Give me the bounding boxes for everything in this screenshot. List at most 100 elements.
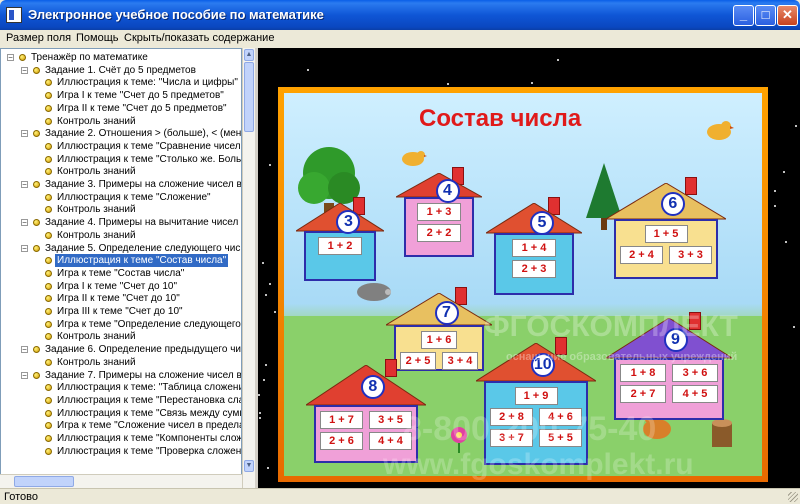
topic-icon <box>33 219 40 227</box>
watermark-phone: 8-800-200-75-40 <box>403 410 657 448</box>
maximize-button[interactable]: □ <box>755 5 776 26</box>
tree-horizontal-scrollbar[interactable] <box>0 474 242 488</box>
tree-item-label: Иллюстрация к теме "Сложение" <box>57 191 211 203</box>
tree-item[interactable]: Иллюстрация к теме "Столько же. Боль <box>1 153 241 166</box>
tree-item[interactable]: − Задание 2. Отношения > (больше), < (мен… <box>1 127 241 140</box>
star <box>773 205 776 208</box>
menu-help[interactable]: Помощь <box>76 32 119 44</box>
tree-item[interactable]: Иллюстрация к теме "Сравнение чисел" <box>1 140 241 153</box>
tree-item-label: Игра к теме "Состав числа" <box>57 267 185 279</box>
tree-item[interactable]: Игра к теме "Определение следующего <box>1 318 241 331</box>
tree-item[interactable]: Иллюстрация к теме "Перестановка сла <box>1 394 241 407</box>
tree-item[interactable]: − Задание 3. Примеры на сложение чисел в <box>1 178 241 191</box>
hscroll-thumb[interactable] <box>14 476 74 487</box>
house-7[interactable]: 1 + 62 + 53 + 47 <box>386 287 492 371</box>
tree-item-label: Иллюстрация к теме "Столько же. Боль <box>57 153 242 165</box>
tree-item[interactable]: Игра к теме "Состав числа" <box>1 267 241 280</box>
tree-item[interactable]: Игра к теме "Сложение чисел в предела <box>1 419 241 432</box>
equation-box: 4 + 5 <box>672 385 718 403</box>
expand-toggle-icon[interactable]: − <box>7 54 14 62</box>
equation-box: 2 + 6 <box>320 432 363 450</box>
star <box>795 125 798 128</box>
tree-item[interactable]: Игра II к теме "Счет до 5 предметов" <box>1 102 241 115</box>
tree-item[interactable]: − Задание 1. Счёт до 5 предметов <box>1 64 241 77</box>
topic-icon <box>45 79 52 87</box>
house-6[interactable]: 1 + 5 2 + 4 3 + 3 6 <box>606 177 726 279</box>
tree-item[interactable]: Игра III к теме "Счет до 10" <box>1 305 241 318</box>
house-3[interactable]: 1 + 23 <box>296 197 384 281</box>
tree-item[interactable]: Игра I к теме "Счет до 5 предметов" <box>1 89 241 102</box>
topic-icon <box>45 142 52 150</box>
tree-item[interactable]: Контроль знаний <box>1 165 241 178</box>
content-area: Состав числа 1 + 2 3 1 + 3 2 + 2 4 1 + 4… <box>258 48 800 488</box>
tree-item-selected[interactable]: Иллюстрация к теме "Состав числа" <box>1 254 241 268</box>
tree-item[interactable]: − Задание 4. Примеры на вычитание чисел в <box>1 216 241 229</box>
topic-icon <box>45 269 52 277</box>
watermark-brand: ФГОСКОМПЛЕКТ <box>484 310 738 343</box>
star <box>261 261 264 264</box>
tree-vertical-scrollbar[interactable]: ▲ ▼ <box>242 48 255 488</box>
topic-icon <box>45 295 52 303</box>
equation-box: 3 + 3 <box>669 246 712 264</box>
tree-item-label: Задание 1. Счёт до 5 предметов <box>45 64 196 76</box>
tree-item[interactable]: − Задание 7. Примеры на сложение чисел в <box>1 369 241 382</box>
menu-bar: Размер поля Помощь Скрыть/показать содер… <box>0 30 800 49</box>
scroll-down-icon[interactable]: ▼ <box>244 460 254 472</box>
topic-icon <box>33 181 40 188</box>
star <box>447 82 450 85</box>
tree-item[interactable]: Контроль знаний <box>1 330 241 343</box>
menu-field-size[interactable]: Размер поля <box>6 32 71 44</box>
tree-item-label: Контроль знаний <box>57 331 136 343</box>
tree-item[interactable]: Иллюстрация к теме "Проверка сложен <box>1 445 241 458</box>
tree-item-label: Контроль знаний <box>57 166 136 178</box>
tree-item[interactable]: − Задание 5. Определение следующего чис <box>1 242 241 255</box>
tree-item[interactable]: Иллюстрация к теме "Сложение" <box>1 191 241 204</box>
tree-item[interactable]: Игра I к теме "Счет до 10" <box>1 280 241 293</box>
topic-icon <box>33 346 40 354</box>
tree-item-label: Задание 6. Определение предыдущего чи <box>45 344 241 356</box>
title-bar[interactable]: Электронное учебное пособие по математик… <box>0 0 800 30</box>
star <box>262 379 265 382</box>
tree-item-label: Иллюстрация к теме "Компоненты слож <box>57 433 242 444</box>
expand-toggle-icon[interactable]: − <box>21 66 28 74</box>
tree-item[interactable]: Иллюстрация к теме: "Числа и цифры" <box>1 76 241 89</box>
scroll-thumb[interactable] <box>244 62 254 132</box>
star <box>557 58 560 61</box>
star <box>265 293 268 296</box>
tree-item-label: Иллюстрация к теме: "Таблица сложени <box>57 382 242 394</box>
expand-toggle-icon[interactable]: − <box>21 181 28 189</box>
minimize-button[interactable]: _ <box>733 5 754 26</box>
expand-toggle-icon[interactable]: − <box>21 346 28 354</box>
tree-item[interactable]: Контроль знаний <box>1 356 241 369</box>
topic-icon <box>33 66 40 74</box>
app-icon[interactable] <box>6 7 22 23</box>
tree-item-label: Игра II к теме "Счет до 5 предметов" <box>57 102 227 114</box>
tree-item[interactable]: Иллюстрация к теме "Связь между сумм <box>1 407 241 420</box>
topic-icon <box>45 257 52 265</box>
expand-toggle-icon[interactable]: − <box>21 219 28 227</box>
tree-item[interactable]: − Тренажёр по математике <box>1 51 241 64</box>
scroll-up-icon[interactable]: ▲ <box>244 49 254 61</box>
tree-item[interactable]: − Задание 6. Определение предыдущего чи <box>1 343 241 356</box>
tree-item[interactable]: Иллюстрация к теме "Компоненты слож <box>1 432 241 445</box>
expand-toggle-icon[interactable]: − <box>21 244 28 252</box>
tree-item[interactable]: Игра II к теме "Счет до 10" <box>1 292 241 305</box>
tree-item[interactable]: Контроль знаний <box>1 203 241 216</box>
expand-toggle-icon[interactable]: − <box>21 371 28 379</box>
tree-item[interactable]: Контроль знаний <box>1 115 241 128</box>
contents-tree[interactable]: − Тренажёр по математике − Задание 1. Счёт … <box>0 48 242 488</box>
tree-item[interactable]: Контроль знаний <box>1 229 241 242</box>
tree-item[interactable]: Иллюстрация к теме: "Таблица сложени <box>1 381 241 394</box>
house-4[interactable]: 1 + 3 2 + 2 4 <box>396 167 482 257</box>
close-button[interactable]: ✕ <box>777 5 798 26</box>
expand-toggle-icon[interactable]: − <box>21 130 28 138</box>
equation-box: 1 + 5 <box>644 225 688 243</box>
tree-item-label: Иллюстрация к теме: "Числа и цифры" <box>57 77 238 89</box>
menu-toggle-contents[interactable]: Скрыть/показать содержание <box>124 32 274 44</box>
tree-item-label: Иллюстрация к теме "Перестановка сла <box>57 394 242 406</box>
resize-grip-icon[interactable] <box>788 492 798 502</box>
tree-item-label: Игра I к теме "Счет до 10" <box>57 280 177 292</box>
topic-icon <box>45 435 52 442</box>
scene-title: Состав числа <box>419 105 582 132</box>
house-5[interactable]: 1 + 4 2 + 3 5 <box>486 197 582 295</box>
